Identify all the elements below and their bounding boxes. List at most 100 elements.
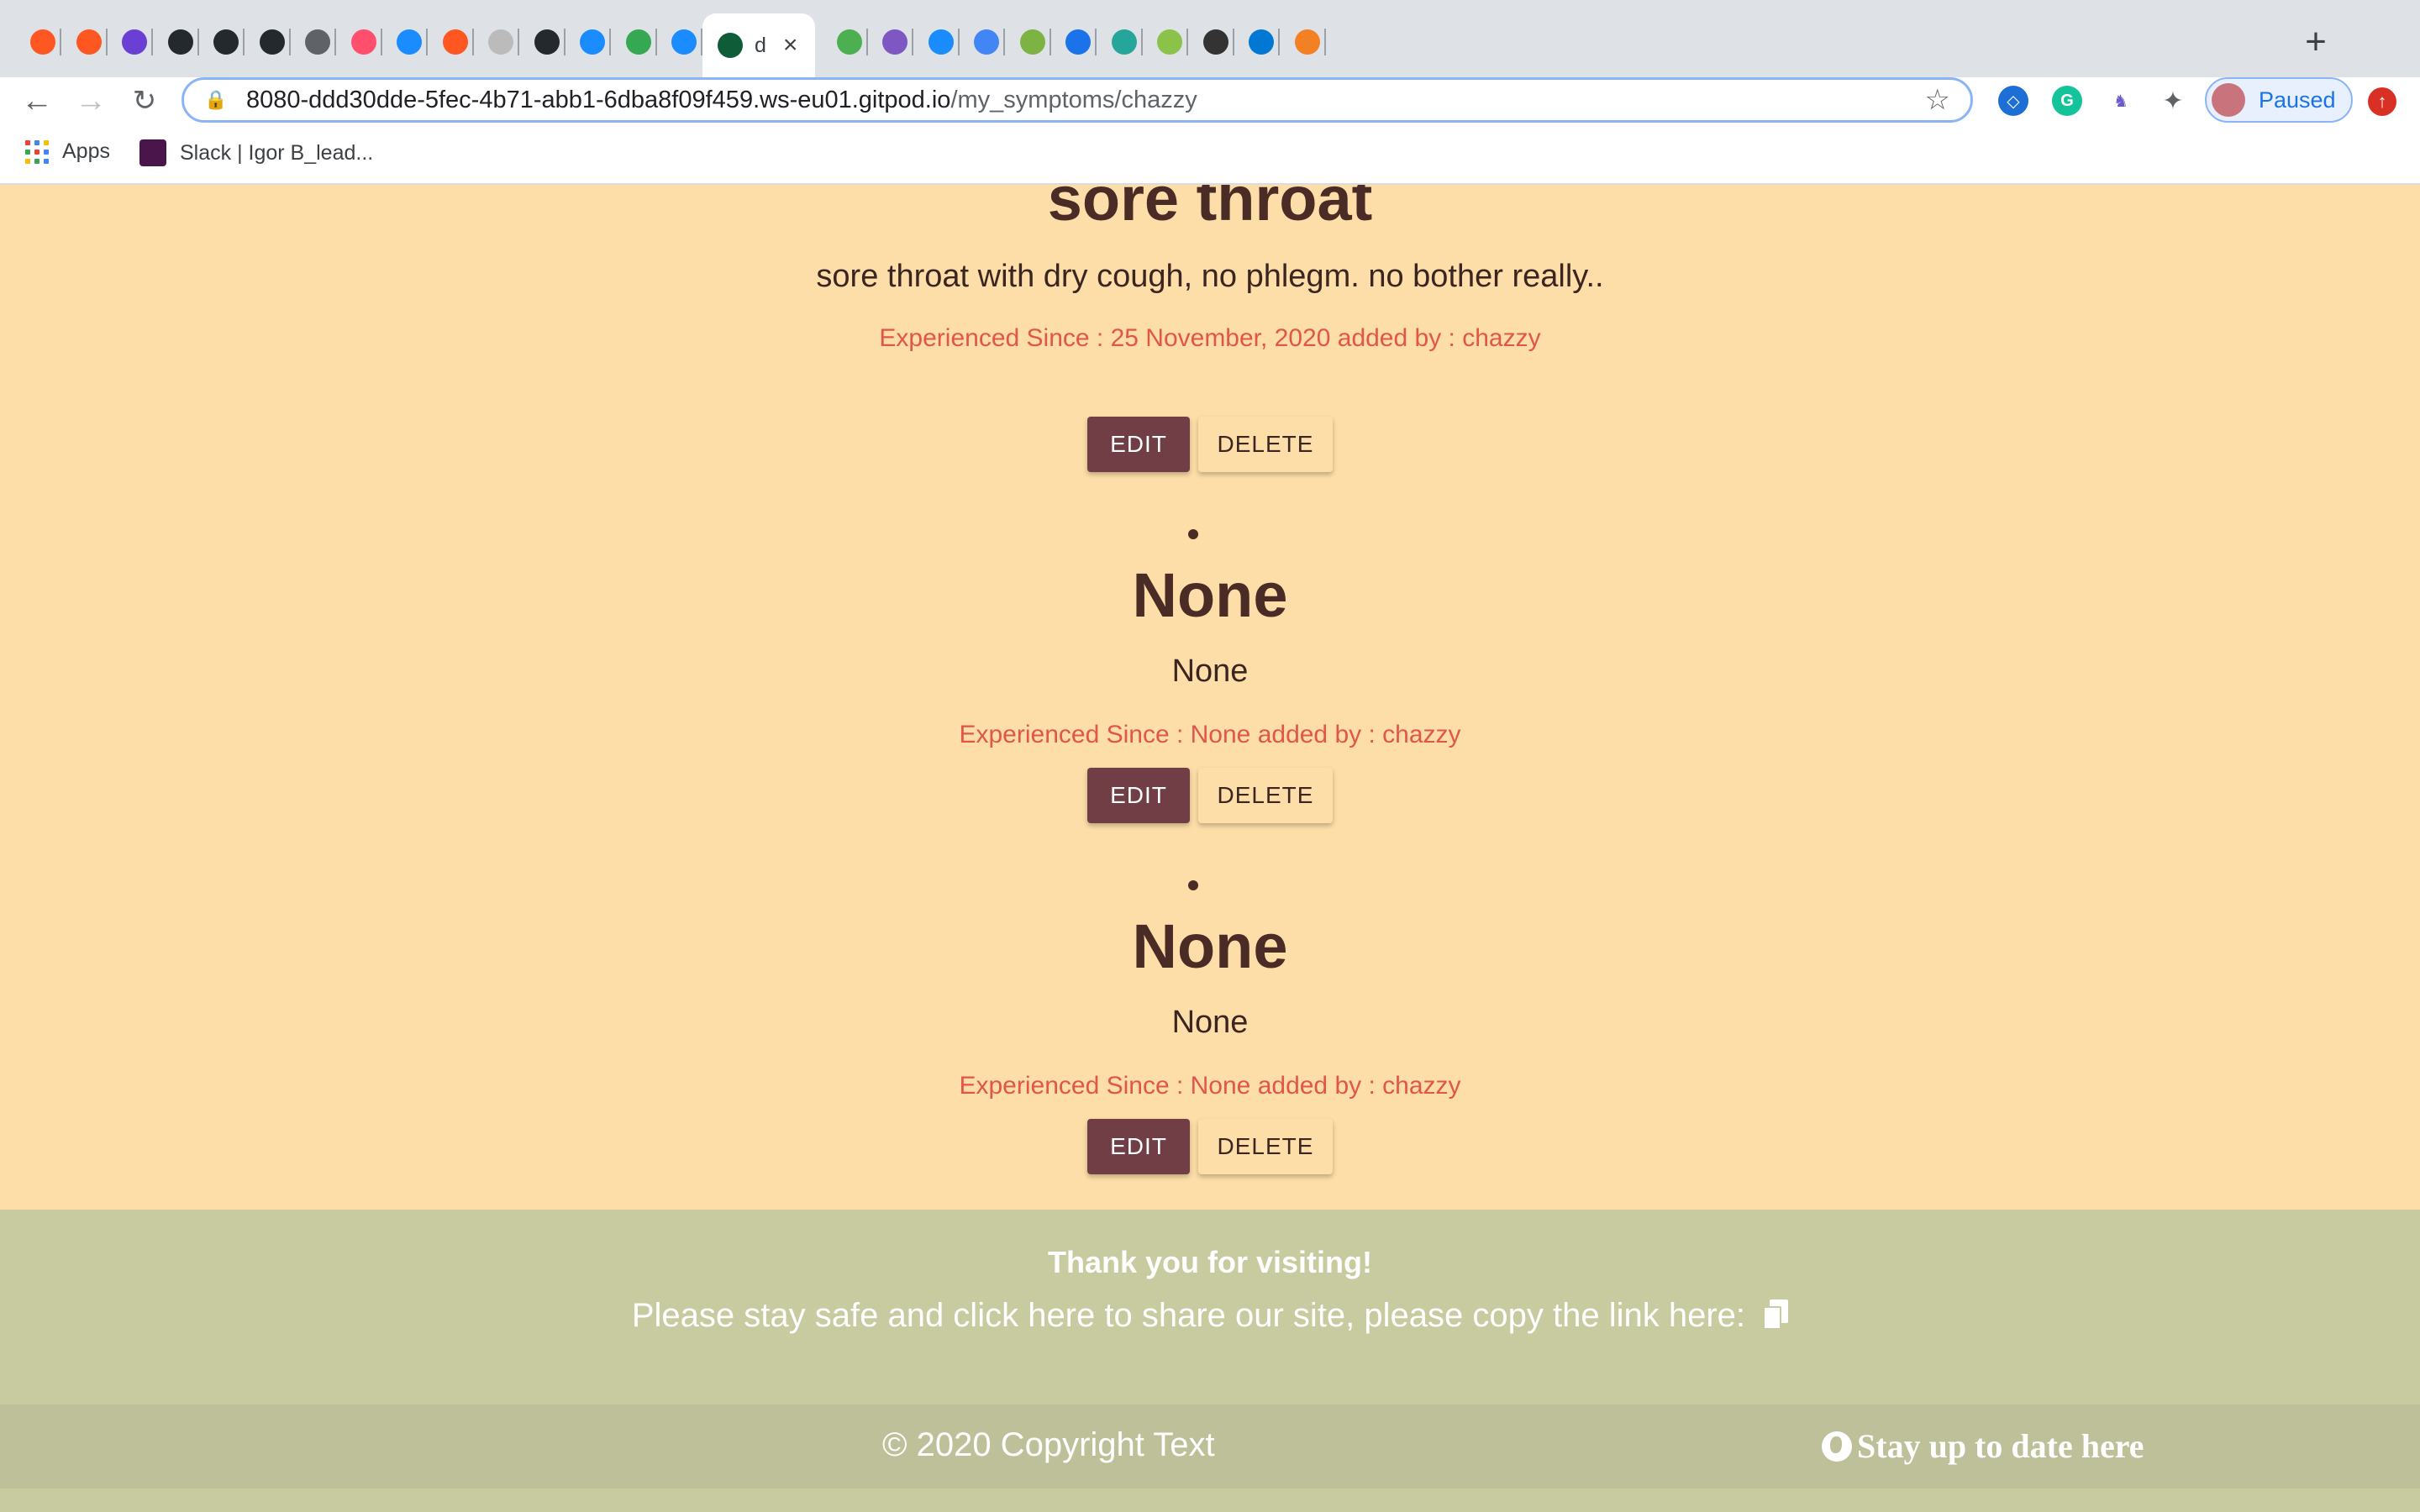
tab-favicon-icon bbox=[351, 29, 376, 55]
bookmarks-bar: Apps Slack | Igor B_lead... bbox=[0, 124, 2420, 185]
tab-favicon-icon bbox=[488, 29, 513, 55]
browser-tab[interactable]: W bbox=[15, 18, 61, 66]
symptom-title: None bbox=[1132, 560, 1288, 630]
footer: Thank you for visiting! Please stay safe… bbox=[0, 1210, 2420, 1404]
url-host: 8080-ddd30dde-5fec-4b71-abb1-6dba8f09f45… bbox=[246, 86, 951, 113]
profile-button[interactable]: Paused bbox=[2205, 77, 2353, 123]
update-icon[interactable]: ↑ bbox=[2368, 87, 2396, 116]
footer-strip bbox=[0, 1488, 2420, 1512]
edit-button[interactable]: EDIT bbox=[1087, 768, 1190, 823]
browser-tab-active[interactable]: d × bbox=[702, 13, 815, 77]
browser-tab[interactable]: M bbox=[611, 18, 657, 66]
browser-tab[interactable]: M bbox=[336, 18, 382, 66]
browser-tab[interactable]: I bbox=[61, 18, 108, 66]
symptom-description: sore throat with dry cough, no phlegm. n… bbox=[816, 259, 1604, 294]
share-link[interactable]: Please stay safe and click here to share… bbox=[0, 1297, 2420, 1335]
browser-tab[interactable]: m bbox=[656, 18, 702, 66]
browser-tab[interactable]: c bbox=[1097, 18, 1143, 66]
browser-tab[interactable]: M bbox=[245, 18, 291, 66]
bookmark-apps[interactable]: Apps bbox=[25, 139, 110, 164]
tab-favicon-icon bbox=[76, 29, 102, 55]
tab-favicon-icon bbox=[1065, 29, 1091, 55]
extensions-puzzle-icon[interactable]: ✦ bbox=[2158, 86, 2188, 116]
symptom-description: None bbox=[1171, 1005, 1249, 1040]
avatar bbox=[2212, 83, 2245, 117]
symptom-meta: Experienced Since : 25 November, 2020 ad… bbox=[879, 324, 1541, 352]
browser-tab[interactable]: S bbox=[428, 18, 474, 66]
symptoms-page: sore throat sore throat with dry cough, … bbox=[0, 185, 2420, 1210]
reload-icon[interactable]: ↻ bbox=[121, 77, 168, 124]
tab-favicon-icon bbox=[122, 29, 147, 55]
browser-tab[interactable]: fl bbox=[1280, 18, 1326, 66]
browser-tab[interactable]: “( bbox=[1142, 18, 1188, 66]
browser-tab[interactable]: C bbox=[913, 18, 960, 66]
profile-status: Paused bbox=[2259, 87, 2336, 113]
tab-favicon-icon bbox=[305, 29, 330, 55]
edit-button[interactable]: EDIT bbox=[1087, 417, 1190, 472]
footer-thanks: Thank you for visiting! bbox=[1047, 1245, 1372, 1279]
browser-tab[interactable]: M bbox=[153, 18, 199, 66]
bookmark-slack[interactable]: Slack | Igor B_lead... bbox=[139, 139, 373, 166]
tab-favicon-icon bbox=[626, 29, 651, 55]
symptom-meta: Experienced Since : None added by : chaz… bbox=[959, 721, 1461, 748]
forward-arrow-icon[interactable]: → bbox=[67, 77, 114, 124]
tab-favicon-icon bbox=[1020, 29, 1045, 55]
copy-icon[interactable] bbox=[1763, 1299, 1789, 1330]
tab-favicon-icon bbox=[1249, 29, 1274, 55]
globe-icon bbox=[1822, 1431, 1852, 1462]
tab-favicon-icon bbox=[580, 29, 605, 55]
symptom-meta: Experienced Since : None added by : chaz… bbox=[959, 1072, 1461, 1100]
tab-favicon-icon bbox=[718, 33, 743, 58]
address-bar[interactable]: 🔒 8080-ddd30dde-5fec-4b71-abb1-6dba8f09f… bbox=[182, 77, 1973, 123]
codestream-extension-icon[interactable]: ◇ bbox=[1998, 86, 2028, 116]
browser-tab[interactable]: s bbox=[867, 18, 913, 66]
close-icon[interactable]: × bbox=[783, 31, 798, 60]
symptom-title: None bbox=[1132, 911, 1288, 981]
tab-favicon-icon bbox=[213, 29, 239, 55]
url-path: /my_symptoms/chazzy bbox=[950, 86, 1197, 113]
stay-up-to-date-link[interactable]: Stay up to date here bbox=[1822, 1426, 2144, 1466]
symptom-description: None bbox=[1171, 654, 1249, 689]
browser-tab[interactable]: L bbox=[822, 18, 868, 66]
apps-grid-icon bbox=[25, 139, 49, 164]
tab-favicon-icon bbox=[1203, 29, 1228, 55]
slack-icon bbox=[139, 139, 166, 166]
tab-favicon-icon bbox=[260, 29, 285, 55]
tab-favicon-icon bbox=[534, 29, 560, 55]
browser-tab[interactable]: E bbox=[1234, 18, 1280, 66]
browser-tab[interactable]: T bbox=[473, 18, 519, 66]
tab-separator bbox=[1324, 29, 1326, 55]
browser-tab[interactable]: h bbox=[290, 18, 336, 66]
back-arrow-icon[interactable]: ← bbox=[13, 77, 60, 124]
browser-tab[interactable]: M bbox=[519, 18, 566, 66]
browser-tab[interactable]: W bbox=[565, 18, 611, 66]
tab-label: d bbox=[755, 33, 766, 57]
tab-favicon-icon bbox=[929, 29, 954, 55]
tab-favicon-icon bbox=[397, 29, 422, 55]
bookmark-star-icon[interactable]: ☆ bbox=[1925, 83, 1950, 117]
tab-favicon-icon bbox=[1295, 29, 1320, 55]
edit-button[interactable]: EDIT bbox=[1087, 1119, 1190, 1174]
browser-tab[interactable]: h bbox=[959, 18, 1005, 66]
symptom-title: sore throat bbox=[1047, 185, 1373, 234]
bookmark-label: Apps bbox=[62, 139, 110, 163]
grammarly-extension-icon[interactable]: G bbox=[2052, 86, 2082, 116]
tab-favicon-icon bbox=[168, 29, 193, 55]
delete-button[interactable]: DELETE bbox=[1198, 768, 1333, 823]
lock-icon: 🔒 bbox=[204, 89, 228, 110]
tab-favicon-icon bbox=[443, 29, 468, 55]
unicorn-extension-icon[interactable]: ♞ bbox=[2106, 86, 2136, 116]
browser-tab[interactable]: S bbox=[107, 18, 153, 66]
delete-button[interactable]: DELETE bbox=[1198, 417, 1333, 472]
browser-tab[interactable]: C bbox=[1188, 18, 1234, 66]
list-bullet bbox=[1188, 529, 1198, 539]
copyright-text: © 2020 Copyright Text bbox=[882, 1426, 1215, 1463]
footer-bottom-bar: © 2020 Copyright Text Stay up to date he… bbox=[0, 1404, 2420, 1488]
browser-tab[interactable]: C bbox=[1005, 18, 1051, 66]
list-bullet bbox=[1188, 880, 1198, 890]
new-tab-button[interactable]: + bbox=[2292, 18, 2339, 66]
delete-button[interactable]: DELETE bbox=[1198, 1119, 1333, 1174]
browser-tab[interactable]: M bbox=[198, 18, 245, 66]
browser-tab[interactable]: G bbox=[1050, 18, 1097, 66]
browser-tab[interactable]: C bbox=[381, 18, 428, 66]
